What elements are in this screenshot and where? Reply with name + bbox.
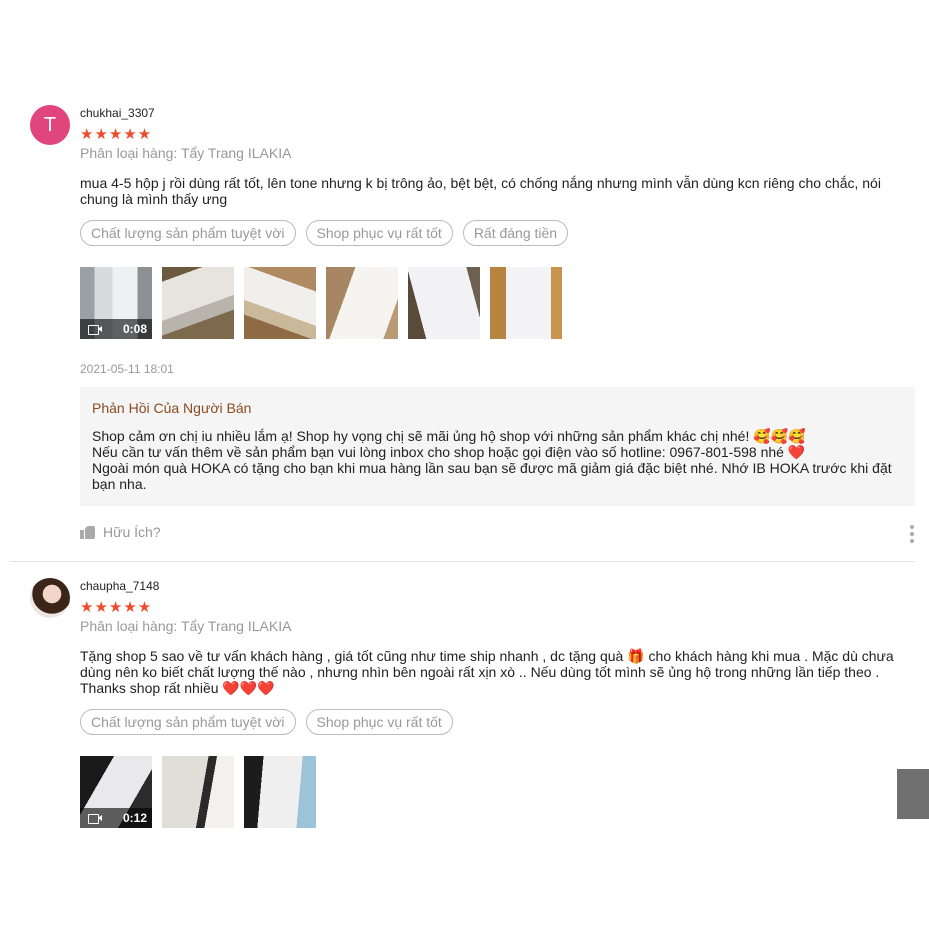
review-divider	[10, 561, 915, 562]
seller-reply-title: Phản Hồi Của Người Bán	[92, 400, 252, 416]
scroll-side-button[interactable]	[897, 769, 929, 819]
review-tag: Shop phục vụ rất tốt	[305, 220, 453, 246]
avatar[interactable]	[30, 578, 70, 618]
review-image-thumbnail[interactable]	[326, 267, 398, 339]
video-bar: 0:12	[80, 808, 152, 828]
review-date: 2021-05-11 18:01	[80, 362, 174, 376]
review-image-thumbnail[interactable]	[408, 267, 480, 339]
seller-reply-line: Ngoài món quà HOKA có tặng cho bạn khi m…	[92, 460, 892, 492]
seller-reply-line: Shop cảm ơn chị iu nhiều lắm ạ! Shop hy …	[92, 428, 806, 444]
review-content: mua 4-5 hộp j rồi dùng rất tốt, lên tone…	[80, 175, 881, 207]
review-video-thumbnail[interactable]: 0:12	[80, 756, 152, 828]
review-media: 0:08	[80, 267, 562, 339]
seller-reply-text: Shop cảm ơn chị iu nhiều lắm ạ! Shop hy …	[92, 428, 903, 492]
seller-reply-line: Nếu cần tư vấn thêm về sản phẩm bạn vui …	[92, 444, 806, 460]
review-image-thumbnail[interactable]	[162, 756, 234, 828]
review-tag: Chất lượng sản phẩm tuyệt vời	[80, 709, 296, 735]
rating-stars: ★★★★★	[80, 599, 153, 616]
video-duration: 0:12	[122, 811, 147, 825]
video-bar: 0:08	[80, 319, 152, 339]
review-tag: Rất đáng tiền	[462, 220, 569, 246]
review-media: 0:12	[80, 756, 316, 828]
review-content-line: Tặng shop 5 sao về tư vấn khách hàng , g…	[80, 648, 894, 680]
review-video-thumbnail[interactable]: 0:08	[80, 267, 152, 339]
review-image-thumbnail[interactable]	[162, 267, 234, 339]
review-image-thumbnail[interactable]	[244, 267, 316, 339]
review-tags: Chất lượng sản phẩm tuyệt vời Shop phục …	[80, 709, 453, 735]
avatar[interactable]: T	[30, 105, 70, 145]
thumbs-up-icon	[80, 525, 95, 539]
review-image-thumbnail[interactable]	[490, 267, 562, 339]
review-tag: Chất lượng sản phẩm tuyệt vời	[80, 220, 296, 246]
video-camera-icon	[88, 324, 102, 335]
more-vertical-icon[interactable]	[910, 525, 914, 543]
review-tags: Chất lượng sản phẩm tuyệt vời Shop phục …	[80, 220, 569, 246]
review-tag: Shop phục vụ rất tốt	[305, 709, 453, 735]
video-camera-icon	[88, 813, 102, 824]
rating-stars: ★★★★★	[80, 126, 153, 143]
review-username[interactable]: chaupha_7148	[80, 579, 159, 593]
review-content-line: Thanks shop rất nhiều ❤️❤️❤️	[80, 680, 275, 696]
variation-label: Phân loại hàng: Tẩy Trang ILAKIA	[80, 145, 292, 161]
seller-reply: Phản Hồi Của Người Bán Shop cảm ơn chị i…	[80, 387, 915, 506]
review-image-thumbnail[interactable]	[244, 756, 316, 828]
variation-label: Phân loại hàng: Tẩy Trang ILAKIA	[80, 618, 292, 634]
video-duration: 0:08	[122, 322, 147, 336]
review-content: Tặng shop 5 sao về tư vấn khách hàng , g…	[80, 648, 920, 696]
review-username[interactable]: chukhai_3307	[80, 106, 155, 120]
helpful-button[interactable]: Hữu Ích?	[80, 524, 161, 540]
helpful-label: Hữu Ích?	[103, 524, 161, 540]
